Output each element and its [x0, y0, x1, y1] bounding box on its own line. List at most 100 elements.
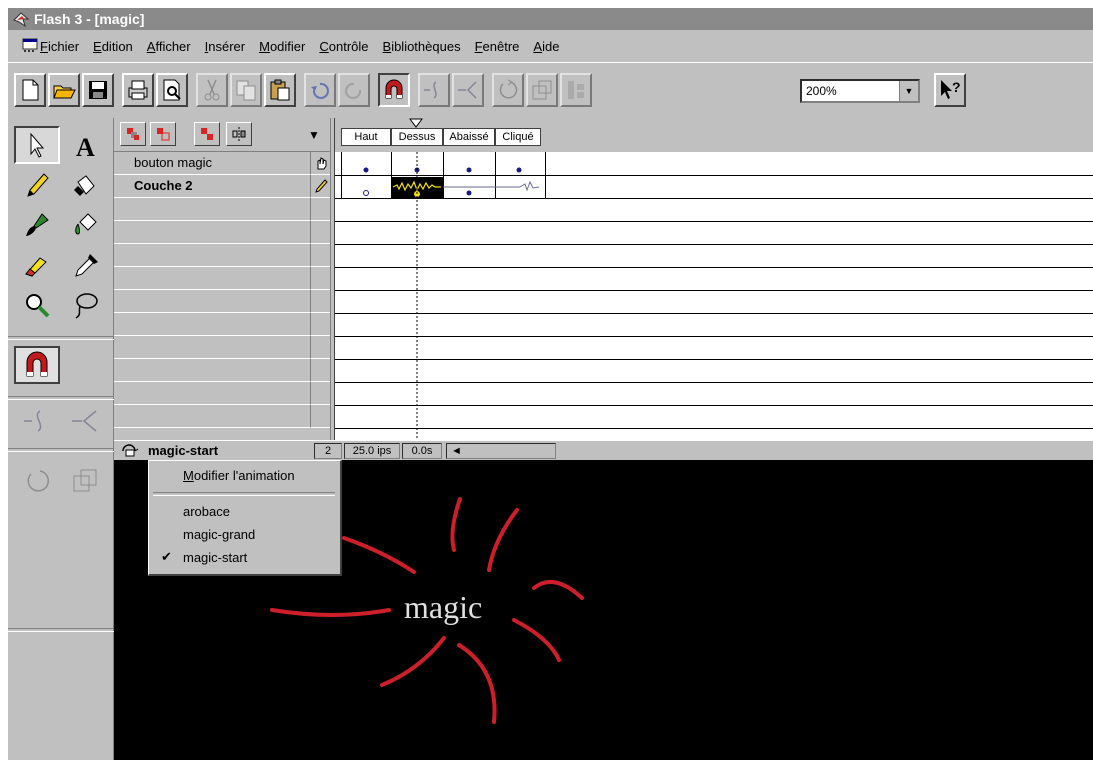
print-icon: [128, 80, 148, 100]
smooth-icon: [24, 410, 42, 432]
layer-name: bouton magic: [134, 155, 213, 170]
playhead-icon[interactable]: [409, 118, 423, 128]
scene-menu-item-magic-grand[interactable]: magic-grand: [149, 524, 339, 546]
tools-divider: [8, 448, 114, 452]
menu-aide[interactable]: Aide: [533, 39, 559, 54]
frames-panel: Haut Dessus Abaissé Cliqué: [335, 118, 1093, 458]
straighten-icon: [72, 410, 97, 432]
empty-layer-col: [310, 267, 330, 290]
eraser-tool[interactable]: [14, 246, 60, 284]
paint-bucket-tool[interactable]: [62, 206, 108, 244]
layer-outline-button[interactable]: [150, 122, 176, 146]
layer-lock-button[interactable]: [194, 122, 220, 146]
edit-movie-menu-item[interactable]: Modifier l'animation: [149, 465, 339, 487]
onion-skin-button[interactable]: [226, 122, 252, 146]
rotate-modifier[interactable]: [14, 462, 60, 500]
redo-button[interactable]: [338, 73, 370, 107]
layer-row[interactable]: bouton magic: [114, 152, 310, 175]
brush-tool[interactable]: [14, 206, 60, 244]
layer-row[interactable]: Couche 2: [114, 175, 310, 198]
pencil-tool[interactable]: [14, 166, 60, 204]
flash-app-icon: [13, 12, 30, 28]
straighten-button[interactable]: [452, 73, 484, 107]
scene-name[interactable]: magic-start: [148, 443, 218, 458]
layers-header: ▼: [114, 118, 334, 152]
scroll-left-icon[interactable]: ◄: [451, 445, 462, 457]
pencil-icon: [310, 175, 330, 198]
magnet-modifier[interactable]: [14, 346, 60, 384]
scale-button[interactable]: [526, 73, 558, 107]
smooth-button[interactable]: [418, 73, 450, 107]
snap-button[interactable]: [378, 73, 410, 107]
menu-inserer[interactable]: Insérer: [205, 39, 245, 54]
frame-label-haut[interactable]: Haut: [341, 128, 391, 146]
menu-bibliotheques[interactable]: Bibliothèques: [383, 39, 461, 54]
arrow-tool[interactable]: [14, 126, 60, 164]
layer-outline-icon: [157, 128, 170, 141]
scale-modifier[interactable]: [62, 462, 108, 500]
rotate-button[interactable]: [492, 73, 524, 107]
print-preview-icon: [163, 79, 181, 101]
paste-icon: [270, 79, 290, 101]
align-button[interactable]: [560, 73, 592, 107]
menu-edition[interactable]: Edition: [93, 39, 133, 54]
smooth-icon: [424, 81, 437, 99]
chevron-down-icon[interactable]: ▼: [308, 128, 320, 142]
print-preview-button[interactable]: [156, 73, 188, 107]
menu-fenetre[interactable]: Fenêtre: [475, 39, 520, 54]
ink-bottle-tool[interactable]: [62, 166, 108, 204]
lasso-tool[interactable]: [62, 286, 108, 324]
rotate-icon: [27, 470, 49, 492]
eraser-icon: [25, 257, 47, 277]
menu-afficher[interactable]: Afficher: [147, 39, 191, 54]
print-button[interactable]: [122, 73, 154, 107]
empty-layer-row: [114, 313, 310, 336]
open-button[interactable]: [48, 73, 80, 107]
frames-grid[interactable]: [335, 152, 1093, 458]
frame-label-dessus[interactable]: Dessus: [391, 128, 443, 146]
frame-label-clique[interactable]: Cliqué: [495, 128, 541, 146]
empty-layer-col: [310, 405, 330, 428]
menu-controle[interactable]: Contrôle: [319, 39, 368, 54]
context-help-button[interactable]: ?: [934, 73, 966, 107]
menu-fichier[interactable]: Fichier: [40, 39, 79, 54]
timeline-scrollbar[interactable]: ◄: [446, 443, 556, 459]
copy-button[interactable]: [230, 73, 262, 107]
paste-button[interactable]: [264, 73, 296, 107]
straighten-modifier[interactable]: [62, 402, 108, 440]
scene-menu-item-magic-start[interactable]: magic-start: [149, 547, 339, 569]
document-icon[interactable]: [21, 36, 39, 54]
text-tool[interactable]: A: [62, 126, 108, 164]
chevron-down-icon[interactable]: ▼: [899, 81, 918, 101]
magnifier-tool[interactable]: [14, 286, 60, 324]
new-button[interactable]: [14, 73, 46, 107]
scene-menu-item-arobace[interactable]: arobace: [149, 501, 339, 523]
snap-magnet-icon: [385, 79, 403, 99]
redo-icon: [345, 82, 362, 99]
menu-modifier[interactable]: Modifier: [259, 39, 305, 54]
menu-separator: [153, 492, 335, 496]
insert-layer-button[interactable]: [120, 122, 146, 146]
ink-bottle-icon: [74, 175, 95, 196]
layers-list: bouton magic Couche 2: [114, 152, 334, 440]
cut-button[interactable]: [196, 73, 228, 107]
rotate-icon: [499, 79, 518, 99]
tools-panel: A: [8, 118, 114, 760]
current-frame: 2: [314, 443, 342, 459]
save-button[interactable]: [82, 73, 114, 107]
scale-icon: [73, 469, 97, 492]
hand-icon: [310, 152, 330, 175]
copy-icon: [236, 80, 256, 101]
lasso-icon: [75, 293, 98, 319]
zoom-select[interactable]: 200% ▼: [800, 79, 920, 103]
frame-label-abaisse[interactable]: Abaissé: [443, 128, 495, 146]
layer-add-icon: [127, 128, 139, 140]
svg-text:A: A: [76, 133, 95, 160]
undo-button[interactable]: [304, 73, 336, 107]
scene-icon[interactable]: [120, 442, 140, 460]
frames-header: Haut Dessus Abaissé Cliqué: [335, 118, 1093, 152]
brush-icon: [26, 213, 49, 236]
scene-menu: Modifier l'animation arobace magic-grand…: [148, 460, 342, 576]
dropper-tool[interactable]: [62, 246, 108, 284]
smooth-modifier[interactable]: [14, 402, 60, 440]
